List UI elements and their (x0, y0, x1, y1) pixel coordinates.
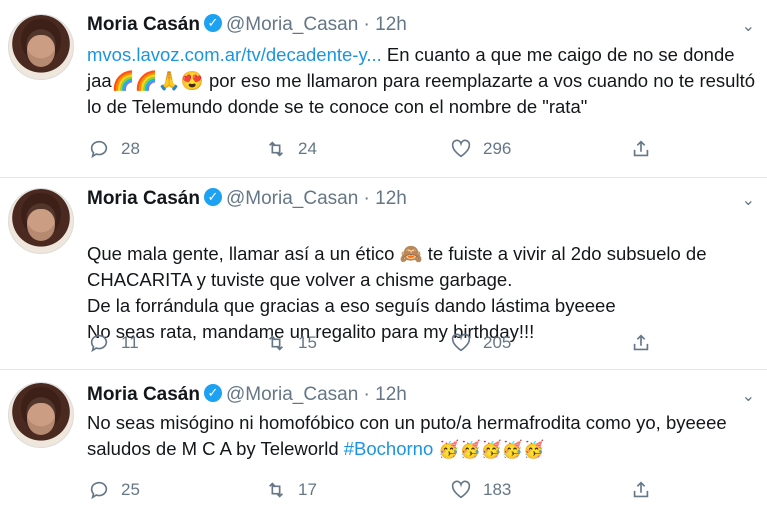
like-button[interactable]: 296 (449, 137, 511, 161)
share-icon (629, 137, 653, 161)
reply-count: 11 (121, 333, 139, 352)
reply-button[interactable]: 11 (87, 331, 139, 355)
reply-count: 28 (121, 139, 140, 158)
tweet-text: Que mala gente, llamar así a un ético 🙈 … (87, 215, 759, 345)
heart-icon (449, 478, 473, 502)
retweet-button[interactable]: 15 (264, 331, 317, 355)
retweet-count: 17 (298, 480, 317, 499)
tweet-actions: 25 17 183 (87, 478, 687, 502)
tweet-3[interactable]: Moria Casán ✓ @Moria_Casan · 12h ⌄ No seas… (0, 370, 767, 513)
tweet-body: Que mala gente, llamar así a un ético 🙈 … (87, 243, 707, 342)
reply-button[interactable]: 28 (87, 137, 140, 161)
heart-icon (449, 137, 473, 161)
retweet-button[interactable]: 24 (264, 137, 317, 161)
verified-badge-icon: ✓ (203, 383, 222, 402)
retweet-icon (264, 137, 288, 161)
like-count: 183 (483, 480, 512, 499)
verified-badge-icon: ✓ (203, 13, 222, 32)
author-handle[interactable]: @Moria_Casan · 12h (226, 384, 407, 405)
avatar[interactable] (8, 14, 74, 80)
verified-badge-icon: ✓ (203, 187, 222, 206)
tweet-text: No seas misógino ni homofóbico con un pu… (87, 410, 759, 463)
tweet-header: Moria Casán ✓ @Moria_Casan · 12h (87, 13, 407, 36)
like-count: 296 (483, 139, 512, 158)
like-button[interactable]: 205 (449, 331, 511, 355)
share-icon (629, 331, 653, 355)
author-name[interactable]: Moria Casán (87, 188, 200, 209)
tweet-2[interactable]: Moria Casán ✓ @Moria_Casan · 12h ⌄ Que mal… (0, 178, 767, 370)
author-handle[interactable]: @Moria_Casan · 12h (226, 188, 407, 209)
reply-icon (87, 331, 111, 355)
reply-icon (87, 137, 111, 161)
reply-icon (87, 478, 111, 502)
author-name[interactable]: Moria Casán (87, 14, 200, 35)
tweet-text: mvos.lavoz.com.ar/tv/decadente-y... En c… (87, 42, 759, 120)
author-name[interactable]: Moria Casán (87, 384, 200, 405)
heart-icon (449, 331, 473, 355)
share-icon (629, 478, 653, 502)
chevron-down-icon[interactable]: ⌄ (742, 16, 755, 36)
reply-button[interactable]: 25 (87, 478, 140, 502)
reply-count: 25 (121, 480, 140, 499)
tweet-header: Moria Casán ✓ @Moria_Casan · 12h (87, 187, 407, 210)
party-emojis: 🥳🥳🥳🥳🥳 (438, 440, 545, 459)
avatar[interactable] (8, 188, 74, 254)
retweet-icon (264, 331, 288, 355)
avatar[interactable] (8, 382, 74, 448)
tweet-link[interactable]: mvos.lavoz.com.ar/tv/decadente-y... (87, 44, 382, 65)
like-button[interactable]: 183 (449, 478, 511, 502)
author-handle[interactable]: @Moria_Casan · 12h (226, 14, 407, 35)
like-count: 205 (483, 333, 512, 352)
retweet-icon (264, 478, 288, 502)
tweet-actions: 11 15 205 (87, 331, 687, 355)
retweet-count: 24 (298, 139, 317, 158)
hashtag-link[interactable]: #Bochorno (344, 438, 433, 459)
tweet-1[interactable]: Moria Casán ✓ @Moria_Casan · 12h ⌄ mvos.la… (0, 0, 767, 178)
share-button[interactable] (629, 478, 653, 502)
chevron-down-icon[interactable]: ⌄ (742, 386, 755, 406)
retweet-button[interactable]: 17 (264, 478, 317, 502)
chevron-down-icon[interactable]: ⌄ (742, 190, 755, 210)
share-button[interactable] (629, 331, 653, 355)
tweet-actions: 28 24 296 (87, 137, 687, 161)
share-button[interactable] (629, 137, 653, 161)
retweet-count: 15 (298, 333, 317, 352)
tweet-header: Moria Casán ✓ @Moria_Casan · 12h (87, 383, 407, 406)
